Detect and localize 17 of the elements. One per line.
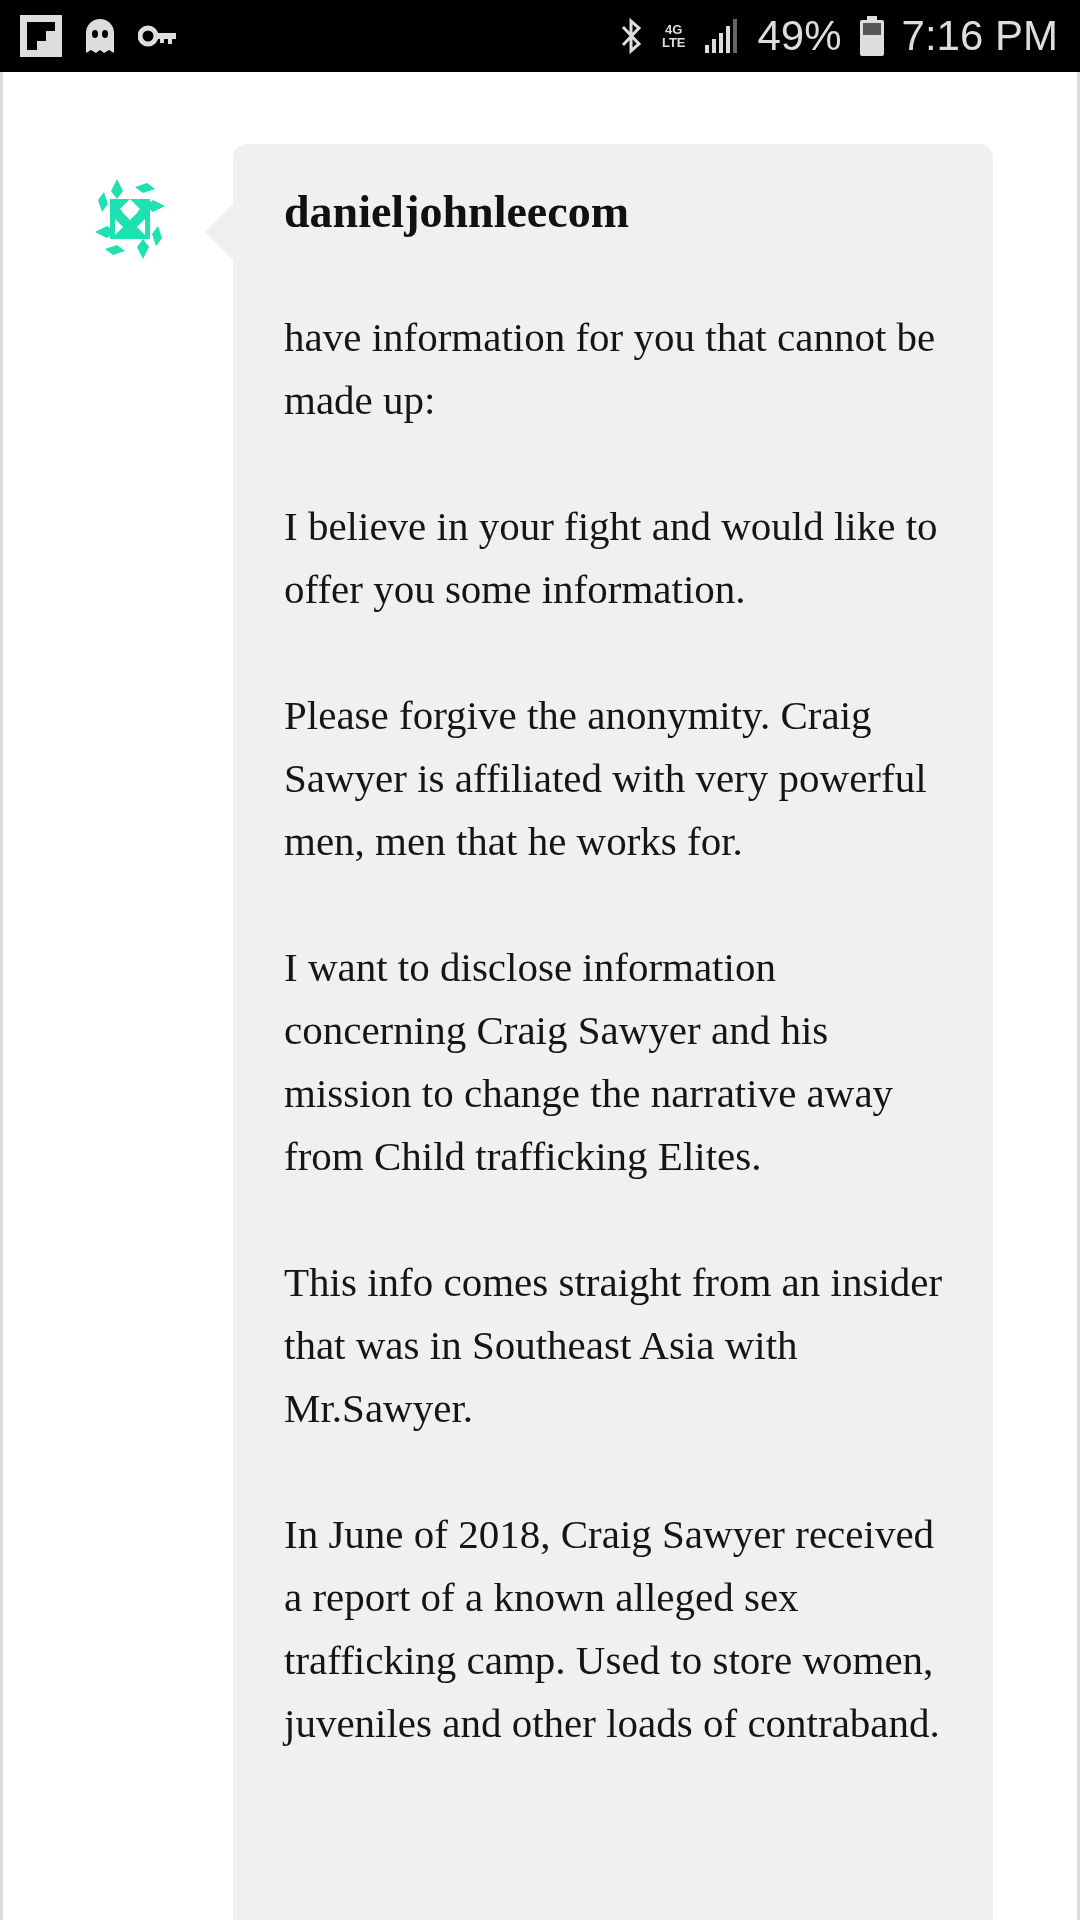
ghost-icon (84, 17, 116, 55)
signal-icon (703, 19, 740, 53)
flipboard-icon (20, 15, 62, 57)
key-icon (138, 25, 178, 47)
comment-paragraph: This info comes straight from an insider that was in Southeast Asia with Mr.Sawyer. (284, 1258, 944, 1433)
comment-paragraph: I believe in your fight and would like to offer you some information. (284, 502, 939, 614)
network-sublabel: LTE (661, 36, 686, 49)
comment-paragraph: Please forgive the anonymity. Craig Sawyer is affiliated with very powerful men, men that he works for. (284, 691, 928, 866)
comment-author: danieljohnleecom (284, 185, 630, 239)
comment-paragraph: In June of 2018, Craig Sawyer received a report of a known alleged sex trafficking camp. Used to store women, juveniles and other loads of contraband. (284, 1510, 941, 1748)
comment-paragraph: have information for you that cannot be made up: (284, 313, 937, 425)
clock: 7:16 PM (901, 12, 1058, 60)
comment-paragraph: I want to disclose information concerning Craig Sawyer and his mission to change the narrative away from Child trafficking Elites. (284, 943, 895, 1181)
battery-icon (859, 16, 884, 56)
battery-percent: 49% (757, 12, 842, 60)
bluetooth-icon (619, 17, 644, 55)
network-label: 4G (665, 23, 683, 36)
